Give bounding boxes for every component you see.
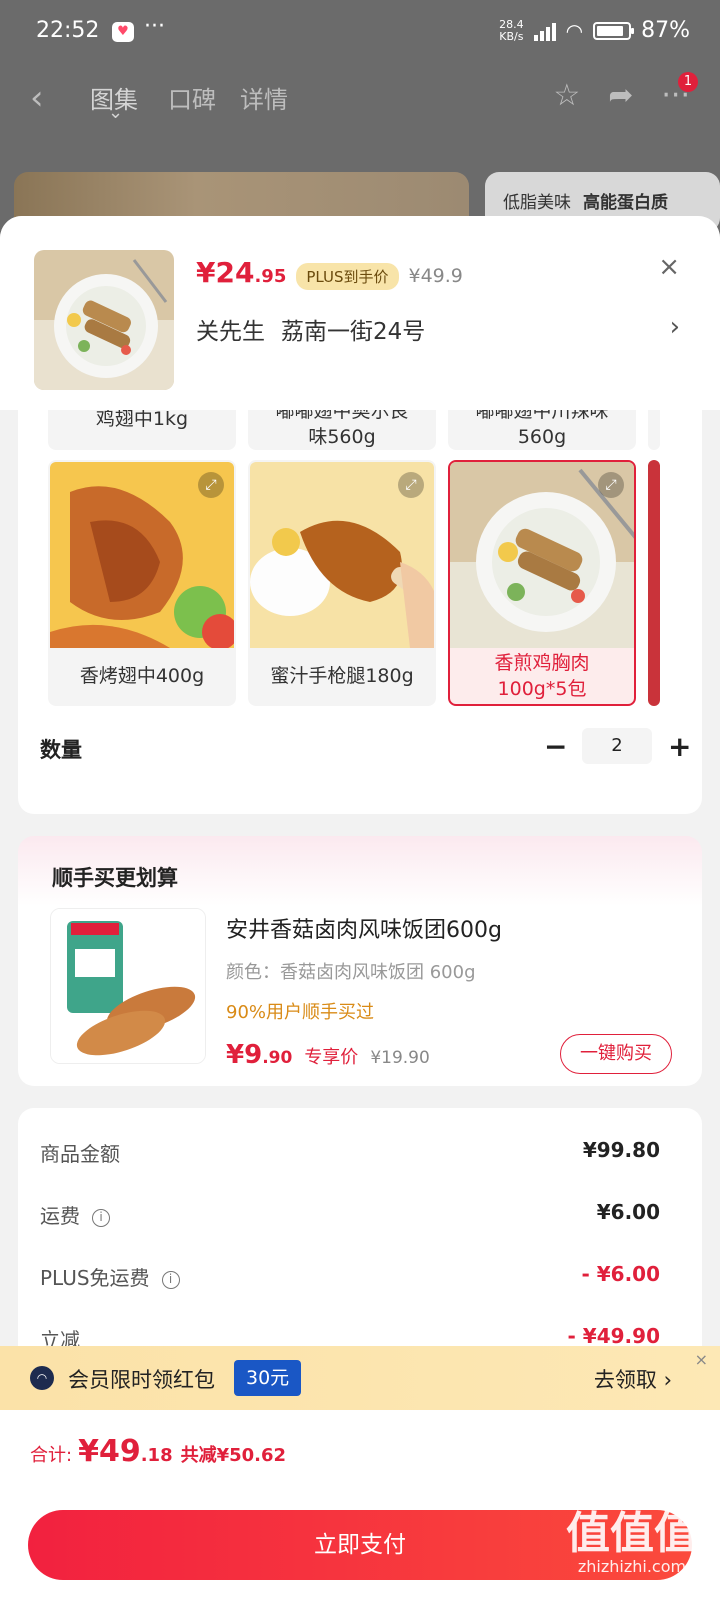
quantity-label: 数量	[40, 738, 82, 762]
plus-button[interactable]: +	[668, 730, 691, 763]
combo-original-price: ¥19.90	[370, 1048, 430, 1068]
member-red-packet-banner[interactable]: ◠ 会员限时领红包 30元 去领取 › ×	[0, 1346, 720, 1410]
spec-grid: ⤢ 香烤翅中400g ⤢ 蜜汁手枪腿180g ⤢ 香煎鸡胸肉 100g*5包	[48, 460, 660, 706]
spec-image: ⤢	[50, 462, 234, 650]
spec-card-wings[interactable]: ⤢ 香烤翅中400g	[48, 460, 236, 706]
tab-reviews[interactable]: 口碑	[168, 80, 216, 115]
address-street: 荔南一街24号	[281, 319, 426, 345]
spec-option[interactable]: 鸡翅中1kg	[48, 410, 236, 450]
summary-row-goods: 商品金额 ¥99.80	[40, 1134, 660, 1174]
summary-value: ¥6.00	[596, 1200, 660, 1224]
status-indicators: 28.4 KB/s ◠ 87%	[499, 18, 690, 43]
combo-price-tag: 专享价	[304, 1047, 359, 1068]
combo-price: ¥9.90	[226, 1040, 293, 1070]
summary-row-plus-free-shipping: PLUS免运费 i - ¥6.00	[40, 1258, 660, 1298]
tag-high-protein: 高能蛋白质	[583, 193, 668, 213]
battery-icon	[593, 21, 635, 40]
expand-icon[interactable]: ⤢	[598, 472, 624, 498]
purchase-sheet: ¥24.95 PLUS到手价 ¥49.9 × 关先生 荔南一街24号 › 鸡翅中1…	[0, 216, 720, 1600]
health-app-icon: ♥	[112, 22, 134, 42]
spec-panel: 鸡翅中1kg 嘟嘟翅中奥尔良 味560g 嘟嘟翅中川辣味 560g ⤢ 香烤翅中…	[18, 410, 702, 814]
signal-icon	[533, 21, 556, 41]
combo-deal-card: 顺手买更划算 安井香菇卤肉风味饭团600g 颜色：香菇卤肉风味饭团 600g 9…	[18, 836, 702, 1086]
summary-row-shipping: 运费 i ¥6.00	[40, 1196, 660, 1236]
summary-value: - ¥49.90	[567, 1324, 660, 1348]
network-speed: 28.4 KB/s	[499, 17, 524, 43]
expand-icon[interactable]: ⤢	[198, 472, 224, 498]
spec-card-drumstick[interactable]: ⤢ 蜜汁手枪腿180g	[248, 460, 436, 706]
info-icon[interactable]: i	[92, 1209, 110, 1227]
promo-amount-tag: 30元	[234, 1360, 302, 1396]
summary-value: ¥99.80	[582, 1138, 660, 1162]
expand-icon[interactable]: ⤢	[398, 472, 424, 498]
quantity-input[interactable]: 2	[582, 728, 652, 764]
spec-row-previous: 鸡翅中1kg 嘟嘟翅中奥尔良 味560g 嘟嘟翅中川辣味 560g	[48, 410, 660, 450]
spec-card-peek[interactable]	[648, 460, 660, 706]
site-watermark: 值值值 zhizhizhi.com	[566, 1508, 698, 1577]
spec-image: ⤢	[250, 462, 434, 648]
summary-label: PLUS免运费	[40, 1266, 150, 1290]
total-row: 合计: ¥49.18 共减¥50.62	[30, 1434, 286, 1469]
wifi-icon: ◠	[565, 18, 584, 43]
spec-label: 蜜汁手枪腿180g	[270, 665, 414, 687]
product-thumbnail[interactable]	[34, 250, 174, 390]
close-icon[interactable]: ×	[695, 1350, 708, 1369]
spec-option[interactable]: 嘟嘟翅中奥尔良 味560g	[248, 410, 436, 450]
claim-link[interactable]: 去领取 ›	[594, 1364, 672, 1394]
plus-price: ¥24.95	[196, 256, 287, 289]
original-price: ¥49.9	[408, 265, 463, 287]
summary-value: - ¥6.00	[581, 1262, 660, 1286]
total-amount: ¥49.18	[78, 1434, 173, 1469]
address-name: 关先生	[196, 319, 265, 345]
quantity-stepper: − 2 +	[544, 728, 691, 764]
spec-label: 香烤翅中400g	[79, 665, 205, 687]
combo-product-image[interactable]	[50, 908, 206, 1064]
spec-option[interactable]: 嘟嘟翅中川辣味 560g	[448, 410, 636, 450]
minus-button[interactable]: −	[544, 730, 567, 763]
combo-product-spec: 颜色：香菇卤肉风味饭团 600g	[226, 962, 476, 983]
address-chevron-icon[interactable]: ›	[670, 312, 680, 342]
spec-option-peek[interactable]	[648, 410, 660, 450]
info-icon[interactable]: i	[161, 1271, 180, 1289]
total-saved: 共减¥50.62	[180, 1445, 287, 1466]
nav-actions: ☆ ➦ ···	[553, 78, 690, 113]
member-icon: ◠	[30, 1366, 54, 1390]
battery-percent: 87%	[641, 18, 690, 43]
status-bar: 22:52 ♥ ··· 28.4 KB/s ◠ 87%	[0, 0, 720, 66]
price-row: ¥24.95 PLUS到手价 ¥49.9	[196, 256, 463, 290]
combo-title: 顺手买更划算	[52, 866, 178, 890]
spec-label: 香煎鸡胸肉 100g*5包	[494, 652, 590, 700]
total-label: 合计:	[30, 1445, 73, 1466]
summary-label: 运费	[40, 1204, 80, 1228]
combo-price-row: ¥9.90 专享价 ¥19.90	[226, 1040, 430, 1070]
combo-product-name[interactable]: 安井香菇卤肉风味饭团600g	[226, 912, 502, 944]
promo-text: 会员限时领红包	[68, 1368, 215, 1392]
share-icon[interactable]: ➦	[608, 78, 633, 113]
tag-low-fat: 低脂美味	[503, 193, 571, 213]
top-nav: ‹ 图集 口碑 详情 ☆ ➦ ··· 1	[0, 66, 720, 130]
spec-card-chicken-breast[interactable]: ⤢ 香煎鸡胸肉 100g*5包	[448, 460, 636, 706]
tab-gallery[interactable]: 图集	[90, 80, 138, 123]
close-icon[interactable]: ×	[658, 252, 680, 282]
sheet-header: ¥24.95 PLUS到手价 ¥49.9 × 关先生 荔南一街24号 ›	[0, 216, 720, 410]
summary-label: 商品金额	[40, 1142, 120, 1166]
back-button[interactable]: ‹	[30, 78, 44, 118]
spec-image: ⤢	[450, 462, 634, 648]
delivery-address[interactable]: 关先生 荔南一街24号	[196, 312, 425, 346]
one-click-buy-button[interactable]: 一键购买	[560, 1034, 672, 1074]
status-time: 22:52	[36, 18, 100, 43]
message-badge: 1	[678, 72, 698, 92]
status-more-icon: ···	[144, 14, 165, 39]
tab-details[interactable]: 详情	[240, 80, 288, 115]
plus-price-tag: PLUS到手价	[296, 263, 399, 290]
quantity-row: 数量 − 2 +	[40, 728, 691, 768]
favorite-star-icon[interactable]: ☆	[553, 78, 580, 113]
combo-purchase-rate: 90%用户顺手买过	[226, 1002, 375, 1023]
